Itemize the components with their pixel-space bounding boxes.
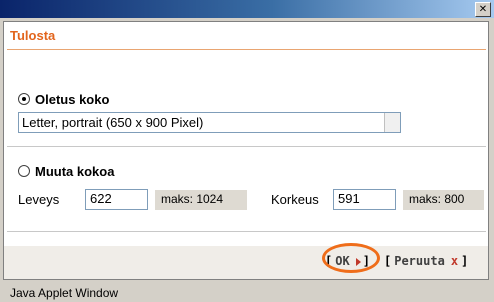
radio-unselected-icon bbox=[18, 165, 30, 177]
status-bar: Java Applet Window bbox=[0, 283, 494, 302]
paper-size-select[interactable]: Letter, portrait (650 x 900 Pixel) bbox=[18, 112, 401, 133]
width-input[interactable]: 622 bbox=[85, 189, 148, 210]
close-button[interactable]: ✕ bbox=[475, 2, 491, 17]
close-x-icon: x bbox=[450, 254, 459, 268]
close-icon: ✕ bbox=[478, 4, 488, 15]
width-label: Leveys bbox=[18, 192, 60, 207]
print-dialog bbox=[3, 21, 489, 280]
title-divider bbox=[7, 49, 486, 50]
status-text: Java Applet Window bbox=[10, 286, 119, 300]
paper-size-value: Letter, portrait (650 x 900 Pixel) bbox=[22, 115, 204, 130]
height-max-label: maks: 800 bbox=[403, 190, 484, 210]
height-label: Korkeus bbox=[271, 192, 319, 207]
cancel-button[interactable]: [Peruuta x] bbox=[384, 254, 468, 268]
default-size-label: Oletus koko bbox=[35, 91, 110, 107]
radio-selected-icon bbox=[18, 93, 30, 105]
cancel-label: Peruuta bbox=[394, 254, 445, 268]
width-max-label: maks: 1024 bbox=[155, 190, 247, 210]
custom-size-radio[interactable]: Muuta kokoa bbox=[18, 163, 114, 179]
dialog-title: Tulosta bbox=[10, 28, 56, 43]
window-titlebar: ✕ bbox=[0, 0, 494, 18]
ok-highlight-circle bbox=[322, 243, 380, 273]
default-size-radio[interactable]: Oletus koko bbox=[18, 91, 109, 107]
custom-size-label: Muuta kokoa bbox=[35, 163, 115, 179]
section-divider bbox=[7, 146, 486, 147]
dropdown-arrow-icon[interactable] bbox=[384, 113, 400, 132]
footer-divider bbox=[7, 231, 486, 232]
height-input[interactable]: 591 bbox=[333, 189, 396, 210]
